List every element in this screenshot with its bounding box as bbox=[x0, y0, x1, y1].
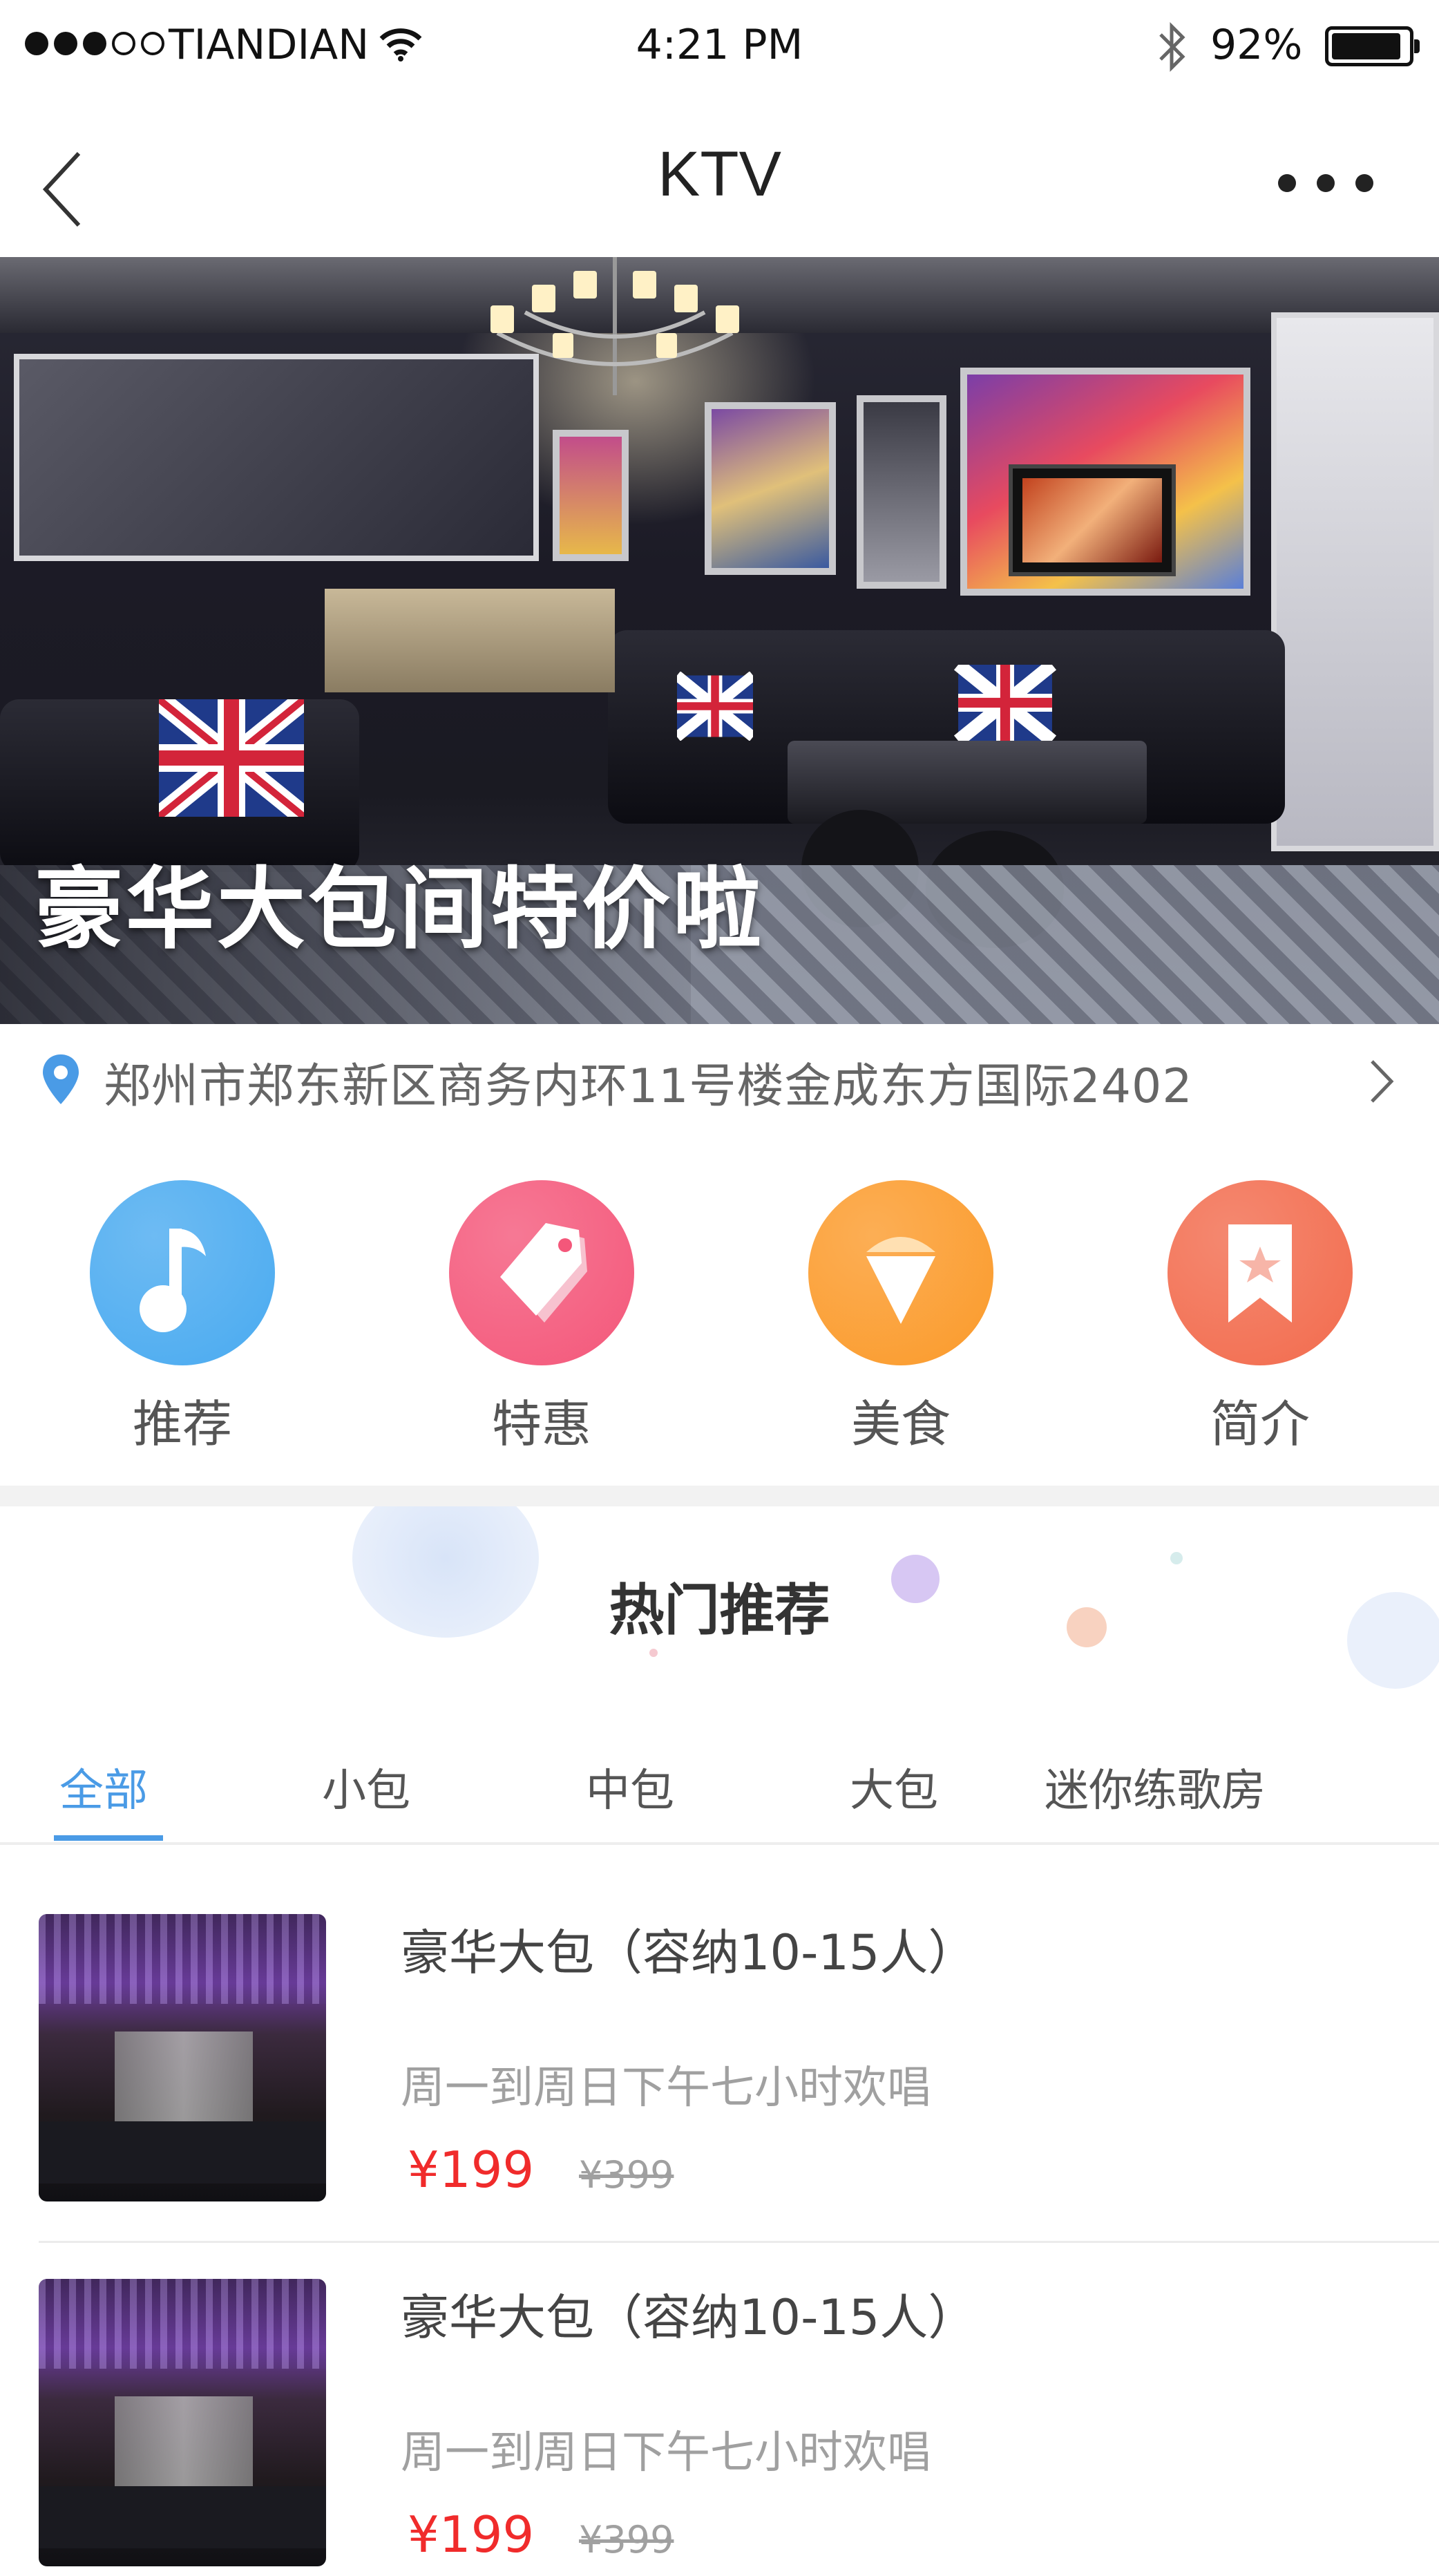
pillow bbox=[159, 699, 304, 817]
category-label: 推荐 bbox=[132, 1395, 232, 1453]
item-description: 周一到周日下午七小时欢唱 bbox=[401, 2063, 931, 2114]
room-thumbnail bbox=[39, 1914, 326, 2201]
decor-bubble bbox=[1170, 1552, 1183, 1564]
room-thumbnail bbox=[39, 2279, 326, 2566]
location-pin-icon bbox=[43, 1054, 79, 1104]
item-price: ¥199 bbox=[408, 2141, 535, 2199]
more-options-icon[interactable] bbox=[1278, 174, 1373, 192]
address-text: 郑州市郑东新区商务内环11号楼金成东方国际2402 bbox=[104, 1059, 1193, 1114]
price-tag-icon bbox=[449, 1180, 634, 1365]
item-original-price: ¥399 bbox=[579, 2153, 674, 2197]
navigation-bar: KTV bbox=[0, 97, 1439, 257]
music-note-icon bbox=[90, 1180, 275, 1365]
pillow bbox=[677, 672, 753, 741]
coffee-table bbox=[788, 741, 1147, 824]
promo-banner[interactable]: 豪华大包间特价啦 bbox=[0, 257, 1439, 1024]
list-item[interactable]: 豪华大包（容纳10-15人） 周一到周日下午七小时欢唱 ¥199 ¥399 bbox=[0, 1845, 1439, 2211]
category-grid: 推荐 特惠 美食 简介 bbox=[0, 1121, 1439, 1486]
item-original-price: ¥399 bbox=[579, 2518, 674, 2561]
chevron-right-icon bbox=[1371, 1060, 1394, 1103]
category-intro[interactable]: 简介 bbox=[1150, 1180, 1371, 1456]
tab-small[interactable]: 小包 bbox=[322, 1755, 410, 1819]
address-row[interactable]: 郑州市郑东新区商务内环11号楼金成东方国际2402 bbox=[0, 1024, 1439, 1122]
bluetooth-icon bbox=[1159, 21, 1185, 73]
wall-art bbox=[553, 430, 629, 561]
page-title: KTV bbox=[658, 139, 781, 209]
status-bar: TIANDIAN 4:21 PM 92% bbox=[0, 0, 1439, 97]
battery-percent: 92% bbox=[1210, 21, 1303, 69]
category-recommend[interactable]: 推荐 bbox=[72, 1180, 293, 1456]
active-tab-indicator bbox=[54, 1835, 163, 1841]
tab-mini-room[interactable]: 迷你练歌房 bbox=[1045, 1755, 1266, 1819]
pillow bbox=[953, 665, 1057, 741]
ice-cream-icon bbox=[808, 1180, 993, 1365]
banner-caption: 豪华大包间特价啦 bbox=[35, 858, 765, 961]
tab-all[interactable]: 全部 bbox=[59, 1755, 148, 1819]
bookmark-star-icon bbox=[1168, 1180, 1353, 1365]
tab-medium[interactable]: 中包 bbox=[586, 1755, 674, 1819]
decor-bubble bbox=[649, 1649, 658, 1657]
mirror-wall-panel bbox=[1271, 312, 1439, 851]
wall-art bbox=[857, 395, 946, 589]
category-label: 简介 bbox=[1210, 1395, 1310, 1453]
category-label: 美食 bbox=[850, 1395, 951, 1453]
tab-large[interactable]: 大包 bbox=[850, 1755, 938, 1819]
tv-screen bbox=[1009, 464, 1176, 576]
wall-divider bbox=[325, 589, 615, 692]
item-description: 周一到周日下午七小时欢唱 bbox=[401, 2427, 931, 2479]
category-food[interactable]: 美食 bbox=[790, 1180, 1011, 1456]
item-title: 豪华大包（容纳10-15人） bbox=[401, 1924, 977, 1981]
item-title: 豪华大包（容纳10-15人） bbox=[401, 2289, 977, 2346]
hot-section-header: 热门推荐 bbox=[0, 1506, 1439, 1700]
list-item[interactable]: 豪华大包（容纳10-15人） 周一到周日下午七小时欢唱 ¥199 ¥399 bbox=[0, 2210, 1439, 2576]
room-type-tabs: 全部 小包 中包 大包 迷你练歌房 bbox=[0, 1700, 1439, 1845]
battery-icon bbox=[1325, 26, 1420, 66]
mirror-wall-panel bbox=[14, 354, 539, 561]
section-separator bbox=[0, 1486, 1439, 1506]
section-title: 热门推荐 bbox=[609, 1578, 830, 1642]
category-deals[interactable]: 特惠 bbox=[431, 1180, 652, 1456]
wall-art bbox=[705, 402, 836, 575]
item-price: ¥199 bbox=[408, 2506, 535, 2564]
category-label: 特惠 bbox=[491, 1395, 591, 1453]
